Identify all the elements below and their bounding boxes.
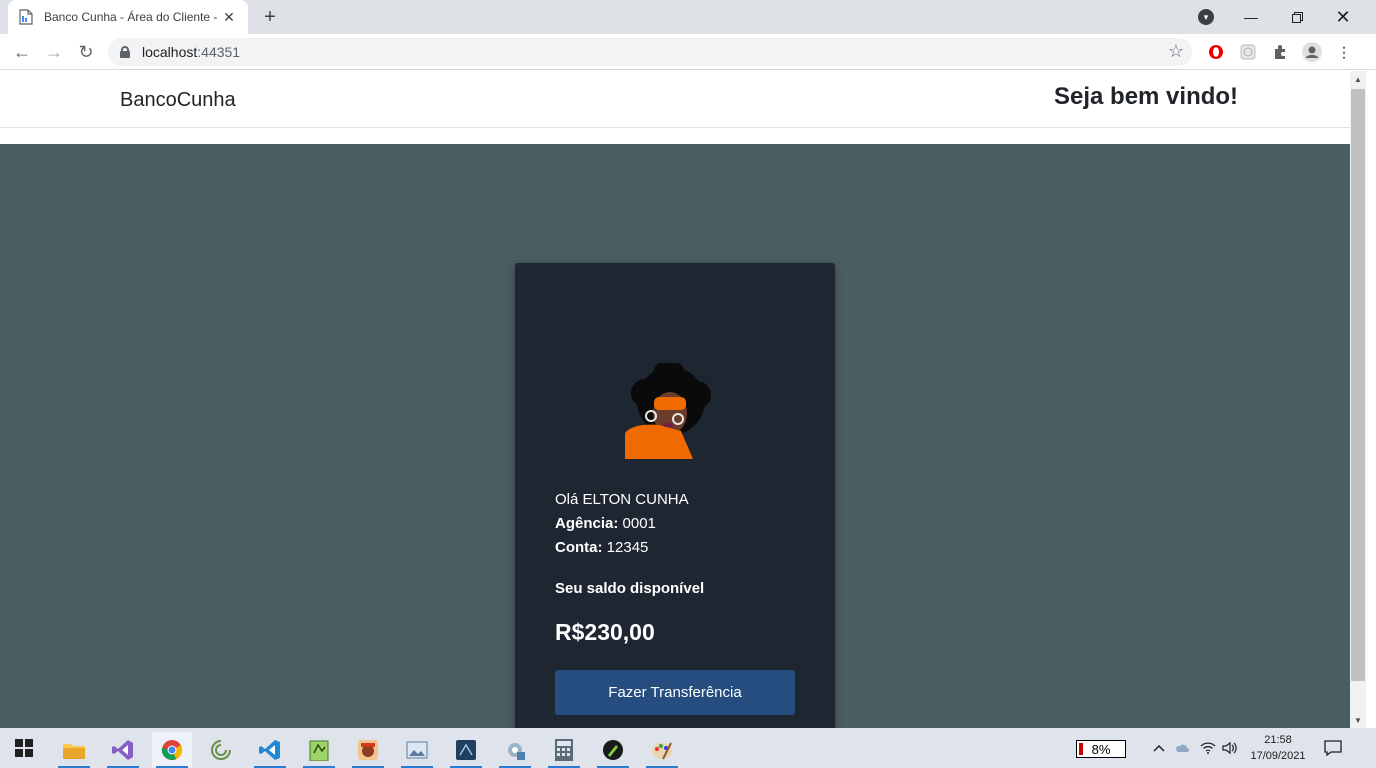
account-card: Olá ELTON CUNHA Agência: 0001 Conta: 123… xyxy=(515,263,835,728)
close-tab-icon[interactable]: ✕ xyxy=(220,8,238,26)
notepad-plus-icon[interactable] xyxy=(299,732,339,768)
chrome-icon[interactable] xyxy=(152,732,192,768)
visual-studio-icon[interactable] xyxy=(103,732,143,768)
chrome-profile-icon[interactable]: ▾ xyxy=(1198,9,1214,25)
address-bar[interactable]: localhost:44351 ☆ xyxy=(108,38,1192,66)
page-icon xyxy=(18,9,34,25)
file-explorer-icon[interactable] xyxy=(54,732,94,768)
page-scrollbar[interactable]: ▲ ▼ xyxy=(1350,71,1366,728)
wifi-icon[interactable] xyxy=(1198,728,1218,768)
battery-indicator[interactable]: 8% xyxy=(1076,740,1126,758)
profile-avatar-icon[interactable] xyxy=(1302,42,1322,62)
browser-toolbar: ← → ↻ localhost:44351 ☆ ⋮ xyxy=(0,34,1376,70)
bookmark-star-icon[interactable]: ☆ xyxy=(1168,41,1184,62)
spiral-app-icon[interactable] xyxy=(201,732,241,768)
chevron-up-icon[interactable] xyxy=(1150,728,1168,768)
conta-line: Conta: 12345 xyxy=(555,539,649,556)
new-tab-button[interactable]: + xyxy=(258,5,282,29)
scroll-thumb[interactable] xyxy=(1351,89,1365,681)
puzzle-extensions-icon[interactable] xyxy=(1270,42,1290,62)
manga-app-icon[interactable] xyxy=(348,732,388,768)
windows-taskbar: 8% 21:58 17/09/2021 xyxy=(0,728,1376,768)
main-content: Olá ELTON CUNHA Agência: 0001 Conta: 123… xyxy=(0,144,1350,728)
scroll-down-arrow-icon[interactable]: ▼ xyxy=(1350,712,1366,728)
page-viewport: BancoCunha Seja bem vindo! Olá ELTON CUN… xyxy=(0,71,1350,728)
forward-icon[interactable]: → xyxy=(42,40,66,64)
url-text: localhost:44351 xyxy=(142,44,241,60)
minimize-icon[interactable]: — xyxy=(1228,0,1274,34)
close-window-icon[interactable]: ✕ xyxy=(1320,0,1366,34)
saldo-value: R$230,00 xyxy=(555,619,655,645)
menu-kebab-icon[interactable]: ⋮ xyxy=(1334,42,1354,62)
browser-tab[interactable]: Banco Cunha - Área do Cliente - ✕ xyxy=(8,0,248,34)
weather-tray-icon[interactable] xyxy=(1172,728,1192,768)
reload-icon[interactable]: ↻ xyxy=(74,40,98,64)
paint-icon[interactable] xyxy=(642,732,682,768)
tab-title: Banco Cunha - Área do Cliente - xyxy=(44,10,218,24)
brand-link[interactable]: BancoCunha xyxy=(120,89,236,112)
saldo-label: Seu saldo disponível xyxy=(555,580,705,597)
avatar xyxy=(623,359,713,459)
transfer-button[interactable]: Fazer Transferência xyxy=(555,670,795,715)
sql-tool-icon[interactable] xyxy=(446,732,486,768)
restore-icon[interactable] xyxy=(1274,0,1320,34)
volume-icon[interactable] xyxy=(1220,728,1240,768)
vscode-icon[interactable] xyxy=(250,732,290,768)
battery-level-fill xyxy=(1079,743,1083,755)
opera-extension-icon[interactable] xyxy=(1206,42,1226,62)
notification-icon[interactable] xyxy=(1320,728,1346,768)
back-icon[interactable]: ← xyxy=(10,40,34,64)
agencia-line: Agência: 0001 xyxy=(555,515,656,532)
extension-icon[interactable] xyxy=(1238,42,1258,62)
calculator-icon[interactable] xyxy=(544,732,584,768)
settings-tool-icon[interactable] xyxy=(495,732,535,768)
scroll-up-arrow-icon[interactable]: ▲ xyxy=(1350,71,1366,87)
taskbar-clock[interactable]: 21:58 17/09/2021 xyxy=(1244,732,1312,764)
browser-tab-bar: Banco Cunha - Área do Cliente - ✕ + ▾ — … xyxy=(0,0,1376,34)
greeting-text: Olá ELTON CUNHA xyxy=(555,491,689,508)
image-viewer-icon[interactable] xyxy=(397,732,437,768)
lock-icon xyxy=(120,46,130,58)
site-header: BancoCunha Seja bem vindo! xyxy=(0,71,1350,128)
pen-tool-icon[interactable] xyxy=(593,732,633,768)
windows-start-icon[interactable] xyxy=(4,730,44,766)
welcome-heading: Seja bem vindo! xyxy=(1054,83,1239,110)
